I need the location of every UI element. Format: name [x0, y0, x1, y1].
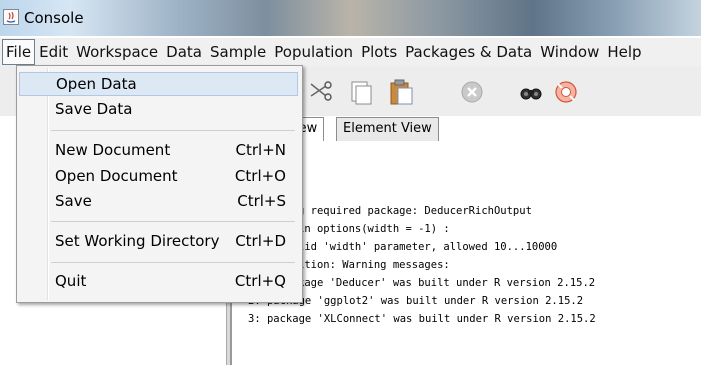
menu-item-shortcut: Ctrl+S [237, 192, 286, 210]
menu-item-quit[interactable]: Quit Ctrl+Q [19, 270, 298, 294]
menu-item-label: New Document [55, 141, 171, 159]
menu-help[interactable]: Help [603, 40, 645, 64]
menu-workspace[interactable]: Workspace [72, 40, 162, 64]
stop-icon[interactable] [458, 78, 486, 106]
menu-item-open-document[interactable]: Open Document Ctrl+O [19, 165, 298, 189]
menu-item-label: Quit [55, 272, 87, 290]
menu-item-label: Save Data [55, 100, 133, 118]
menu-file[interactable]: File [2, 39, 36, 65]
console-line: lid 'width' parameter, allowed 10...1000… [298, 241, 558, 253]
copy-icon[interactable] [347, 78, 375, 106]
console-line: in options(width = -1) : [298, 223, 450, 235]
menu-population[interactable]: Population [270, 40, 357, 64]
menu-item-shortcut: Ctrl+O [234, 167, 286, 185]
find-icon[interactable] [517, 78, 545, 106]
console-line: kage 'Deducer' was built under R version… [298, 277, 596, 289]
menu-sample[interactable]: Sample [206, 40, 270, 64]
menu-separator [51, 221, 295, 222]
title-bar: Console [0, 0, 701, 36]
java-app-icon [3, 9, 19, 25]
menu-plots[interactable]: Plots [357, 40, 401, 64]
menu-item-open-data[interactable]: Open Data [19, 72, 298, 96]
menu-bar: File Edit Workspace Data Sample Populati… [0, 38, 701, 66]
tab-element-view[interactable]: Element View [336, 117, 439, 142]
paste-icon[interactable] [387, 78, 415, 106]
menu-item-set-working-directory[interactable]: Set Working Directory Ctrl+D [19, 230, 298, 254]
window-title: Console [24, 9, 84, 27]
menu-data[interactable]: Data [162, 40, 206, 64]
menu-packages-data[interactable]: Packages & Data [401, 40, 536, 64]
menu-separator [51, 262, 295, 263]
menu-item-label: Open Document [55, 167, 178, 185]
menu-item-label: Open Data [56, 75, 137, 93]
menu-item-shortcut: Ctrl+Q [234, 272, 286, 290]
menu-item-label: Set Working Directory [55, 232, 220, 250]
menu-item-save-data[interactable]: Save Data [19, 98, 298, 122]
menu-item-shortcut: Ctrl+N [235, 141, 286, 159]
console-line: g required package: DeducerRichOutput [298, 205, 532, 217]
help-icon[interactable] [552, 78, 580, 106]
menu-item-label: Save [55, 192, 92, 210]
menu-item-new-document[interactable]: New Document Ctrl+N [19, 139, 298, 163]
scissors-icon[interactable] [305, 78, 333, 106]
console-line: ition: Warning messages: [298, 259, 450, 271]
menu-item-save[interactable]: Save Ctrl+S [19, 190, 298, 214]
menu-separator [51, 130, 295, 131]
menu-window[interactable]: Window [536, 40, 603, 64]
menu-item-shortcut: Ctrl+D [235, 232, 286, 250]
console-line: 3: package 'XLConnect' was built under R… [248, 313, 596, 325]
menu-edit[interactable]: Edit [35, 40, 72, 64]
file-menu-dropdown: Open Data Save Data New Document Ctrl+N … [16, 65, 303, 303]
